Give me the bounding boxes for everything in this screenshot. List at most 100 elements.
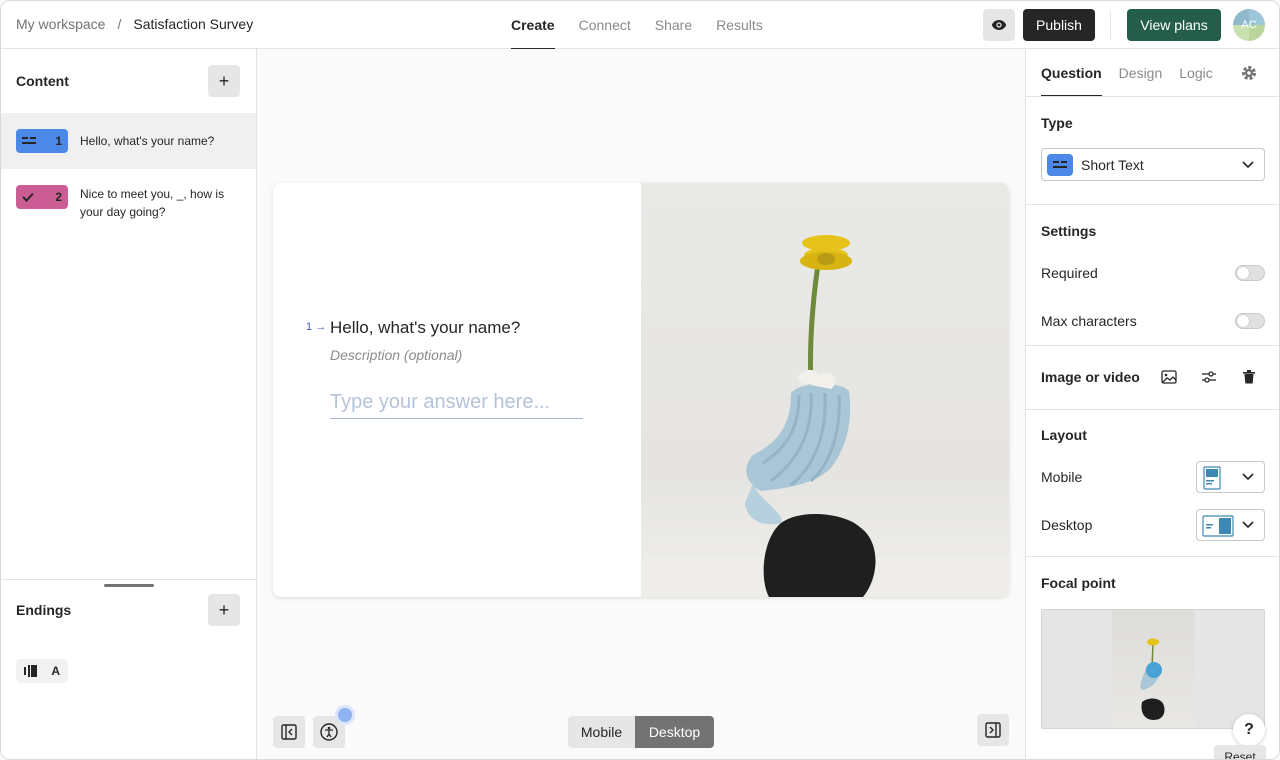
question-badge: 2 <box>16 185 68 209</box>
question-number-indicator: 1 → <box>306 321 326 333</box>
desktop-layout-icon <box>1202 515 1234 537</box>
panel-tabs: Question Design Logic <box>1041 49 1213 97</box>
content-section-title: Content <box>16 73 69 89</box>
short-text-icon <box>1047 153 1073 176</box>
divider <box>1026 345 1279 346</box>
desktop-preview-button[interactable]: Desktop <box>635 716 714 748</box>
divider <box>1026 96 1279 97</box>
gear-icon[interactable] <box>1241 65 1257 86</box>
tab-share[interactable]: Share <box>655 1 692 49</box>
desktop-layout-select[interactable] <box>1196 509 1265 541</box>
question-list-item-1[interactable]: 1 Hello, what's your name? <box>1 113 256 169</box>
view-plans-button[interactable]: View plans <box>1127 9 1221 41</box>
question-number: 2 <box>55 190 62 204</box>
divider <box>1026 556 1279 557</box>
publish-button[interactable]: Publish <box>1023 9 1095 41</box>
max-characters-toggle[interactable] <box>1235 313 1265 329</box>
breadcrumb-form-title[interactable]: Satisfaction Survey <box>133 16 253 32</box>
sidebar-splitter <box>1 579 256 580</box>
required-label: Required <box>1041 265 1098 281</box>
image-button[interactable] <box>1157 365 1181 389</box>
accessibility-icon <box>320 723 338 741</box>
divider <box>1026 409 1279 410</box>
endings-section-title: Endings <box>16 602 72 618</box>
media-label: Image or video <box>1041 369 1140 385</box>
question-type-select[interactable]: Short Text <box>1041 148 1265 181</box>
ending-list-item[interactable]: A <box>16 659 68 683</box>
header-divider <box>1110 11 1111 39</box>
check-icon <box>22 192 34 202</box>
image-settings-button[interactable] <box>1197 365 1221 389</box>
main-nav: Create Connect Share Results <box>511 1 763 50</box>
chevron-down-icon <box>1242 473 1254 481</box>
question-image[interactable] <box>641 183 1009 597</box>
tab-create[interactable]: Create <box>511 1 555 50</box>
image-icon <box>1161 370 1177 384</box>
layout-mobile-label: Mobile <box>1041 469 1083 485</box>
arrow-right-icon: → <box>315 321 327 333</box>
focal-point-picker[interactable] <box>1041 609 1265 729</box>
tab-question[interactable]: Question <box>1041 49 1102 97</box>
resize-handle[interactable] <box>104 584 154 587</box>
question-content: 1 → Hello, what's your name? Description… <box>273 183 641 597</box>
tab-design[interactable]: Design <box>1119 49 1163 97</box>
panel-left-icon <box>281 724 297 740</box>
question-number-text: 1 <box>306 321 313 333</box>
top-bar: My workspace / Satisfaction Survey Creat… <box>1 1 1279 50</box>
help-button[interactable]: ? <box>1233 714 1265 746</box>
sliders-icon <box>1202 371 1216 383</box>
mobile-preview-button[interactable]: Mobile <box>568 716 635 748</box>
ending-letter: A <box>51 664 60 678</box>
collapse-left-panel-button[interactable] <box>273 716 305 748</box>
delete-image-button[interactable] <box>1237 365 1261 389</box>
chevron-down-icon <box>1242 521 1254 529</box>
tab-logic[interactable]: Logic <box>1179 49 1212 97</box>
trash-icon <box>1243 370 1255 384</box>
question-settings-panel: Question Design Logic Type Short Text Se… <box>1025 49 1279 759</box>
add-question-button[interactable]: + <box>208 65 240 97</box>
flower-sculpture-image <box>641 235 1009 597</box>
settings-section-title: Settings <box>1041 223 1097 239</box>
answer-input[interactable] <box>330 387 583 419</box>
max-characters-label: Max characters <box>1041 313 1137 329</box>
chevron-down-icon <box>1242 160 1254 168</box>
question-badge: 1 <box>16 129 68 153</box>
question-list-label: Hello, what's your name? <box>80 134 215 148</box>
question-number: 1 <box>55 134 62 148</box>
type-section-title: Type <box>1041 115 1073 131</box>
question-description[interactable]: Description (optional) <box>330 347 462 363</box>
layout-section-title: Layout <box>1041 427 1087 443</box>
tab-connect[interactable]: Connect <box>579 1 631 49</box>
plus-icon: + <box>218 599 230 620</box>
device-preview-toggle: Mobile Desktop <box>568 716 714 748</box>
breadcrumb: My workspace / Satisfaction Survey <box>16 16 253 32</box>
question-type-value: Short Text <box>1081 156 1144 173</box>
question-preview-card: 1 → Hello, what's your name? Description… <box>273 183 1009 597</box>
focal-point-marker[interactable] <box>1146 662 1162 678</box>
app-window: My workspace / Satisfaction Survey Creat… <box>0 0 1280 760</box>
breadcrumb-workspace-link[interactable]: My workspace <box>16 16 105 32</box>
notification-dot <box>335 705 355 725</box>
collapse-right-panel-button[interactable] <box>977 714 1009 746</box>
plus-icon: + <box>218 70 230 91</box>
question-title[interactable]: Hello, what's your name? <box>330 318 520 338</box>
preview-button[interactable] <box>983 9 1015 41</box>
tab-results[interactable]: Results <box>716 1 763 49</box>
mobile-layout-icon <box>1203 466 1221 490</box>
form-canvas: 1 → Hello, what's your name? Description… <box>257 49 1025 759</box>
focal-point-section-title: Focal point <box>1041 575 1116 591</box>
breadcrumb-separator: / <box>117 16 122 32</box>
layout-desktop-label: Desktop <box>1041 517 1093 533</box>
question-list-item-2[interactable]: 2 Nice to meet you, _, how is your day g… <box>1 179 256 219</box>
reset-focal-point-button[interactable]: Reset <box>1214 745 1266 759</box>
avatar[interactable]: AC <box>1233 9 1265 41</box>
add-ending-button[interactable]: + <box>208 594 240 626</box>
short-text-icon <box>22 137 36 144</box>
question-list-label: Nice to meet you, _, how is your day goi… <box>80 187 225 219</box>
eye-icon <box>991 20 1007 30</box>
required-toggle[interactable] <box>1235 265 1265 281</box>
content-sidebar: Content + 1 Hello, what's your name? 2 N… <box>1 49 257 759</box>
mobile-layout-select[interactable] <box>1196 461 1265 493</box>
divider <box>1026 204 1279 205</box>
panel-right-icon <box>985 722 1001 738</box>
